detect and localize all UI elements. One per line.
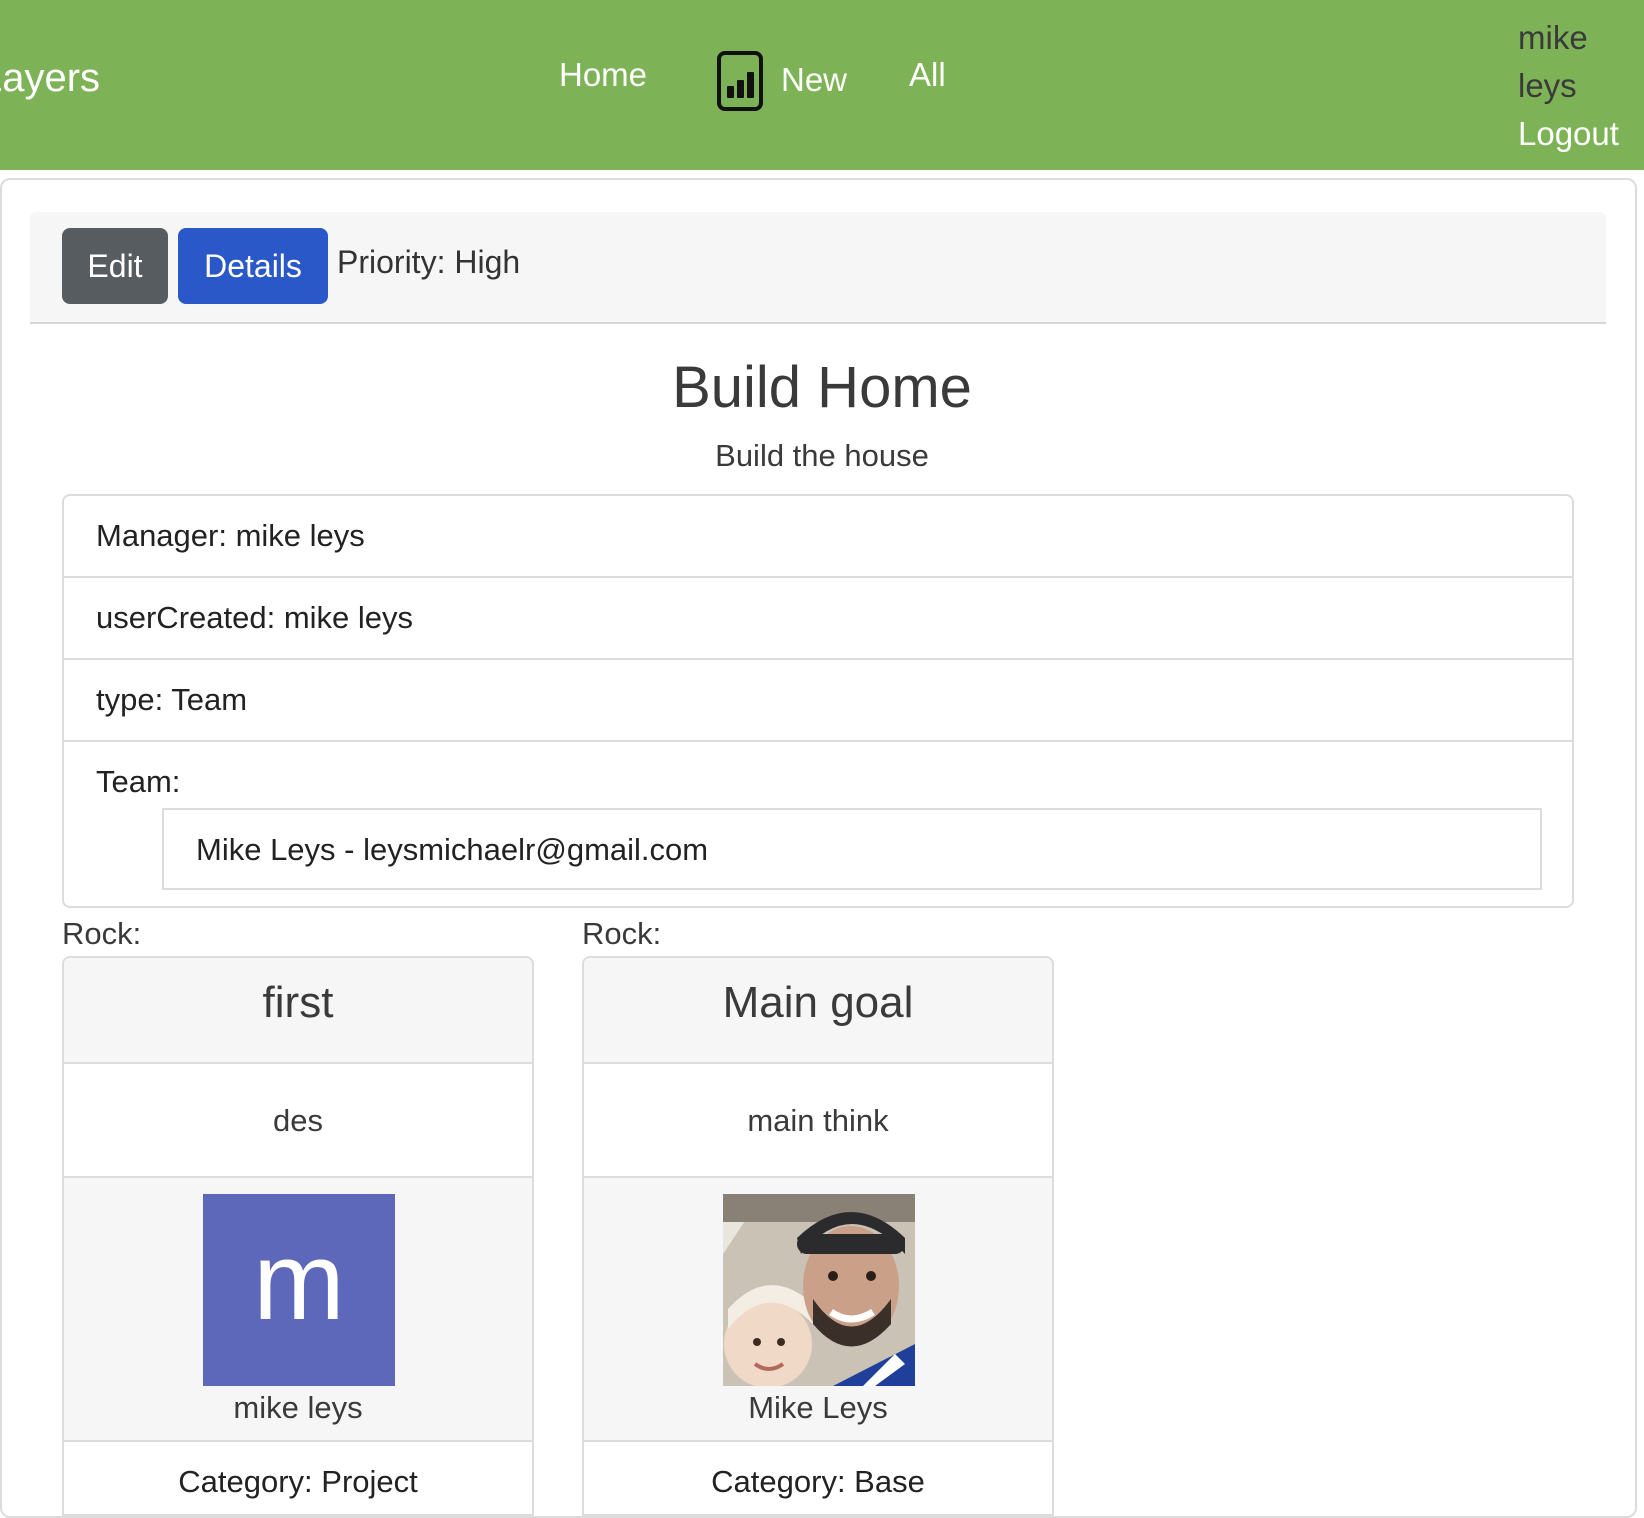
team-label: Team: [96,764,181,799]
project-title: Build Home [672,355,972,420]
rock-owner: Mike Leys [584,1178,1052,1442]
logout-link[interactable]: Logout [1518,110,1619,158]
rock-label: Rock: [62,916,142,951]
project-subtitle: Build the house [715,438,929,473]
user-first-name[interactable]: mike [1518,14,1619,62]
project-details-list: Manager: mike leys userCreated: mike ley… [62,494,1574,908]
bar-chart-icon[interactable] [717,51,763,111]
brand-logo[interactable]: Layers [0,56,100,101]
user-photo-icon [723,1194,915,1386]
rock-title: Main goal [584,958,1052,1064]
rock-owner-name: mike leys [233,1390,363,1425]
rock-owner-name: Mike Leys [748,1390,888,1425]
type-text: type: Team [96,682,248,717]
manager-text: Manager: mike leys [96,518,365,553]
user-created-text: userCreated: mike leys [96,600,414,635]
avatar-photo [723,1194,915,1386]
nav-new-link[interactable]: New [781,61,847,99]
rock-description: des [64,1064,532,1178]
nav-all-link[interactable]: All [909,56,946,94]
user-menu: mike leys Logout [1518,14,1619,158]
list-item-manager: Manager: mike leys [64,496,1572,578]
team-member-text: Mike Leys - leysmichaelr@gmail.com [196,832,709,867]
rock-owner: m mike leys [64,1178,532,1442]
list-item-type: type: Team [64,660,1572,742]
details-button[interactable]: Details [178,228,328,304]
priority-label: Priority: High [337,244,521,280]
top-navbar: Layers Home New All mike leys Logout [0,0,1644,170]
rock-category: Category: Base [711,1464,925,1499]
list-item-team: Team: Mike Leys - leysmichaelr@gmail.com [64,742,1572,906]
rock-category: Category: Project [178,1464,418,1499]
rock-title: first [64,958,532,1064]
rock-label: Rock: [582,916,662,951]
user-last-name[interactable]: leys [1518,62,1619,110]
nav-home-link[interactable]: Home [559,56,647,94]
project-toolbar: Edit Details Priority: High [30,212,1606,324]
edit-button[interactable]: Edit [62,228,168,304]
rock-description: main think [584,1064,1052,1178]
rock-card: first des m mike leys Category: Project [62,956,534,1516]
list-item-user-created: userCreated: mike leys [64,578,1572,660]
rock-card: Main goal main think Mike Leys Category:… [582,956,1054,1516]
team-member-item: Mike Leys - leysmichaelr@gmail.com [162,808,1542,890]
avatar: m [203,1194,395,1386]
